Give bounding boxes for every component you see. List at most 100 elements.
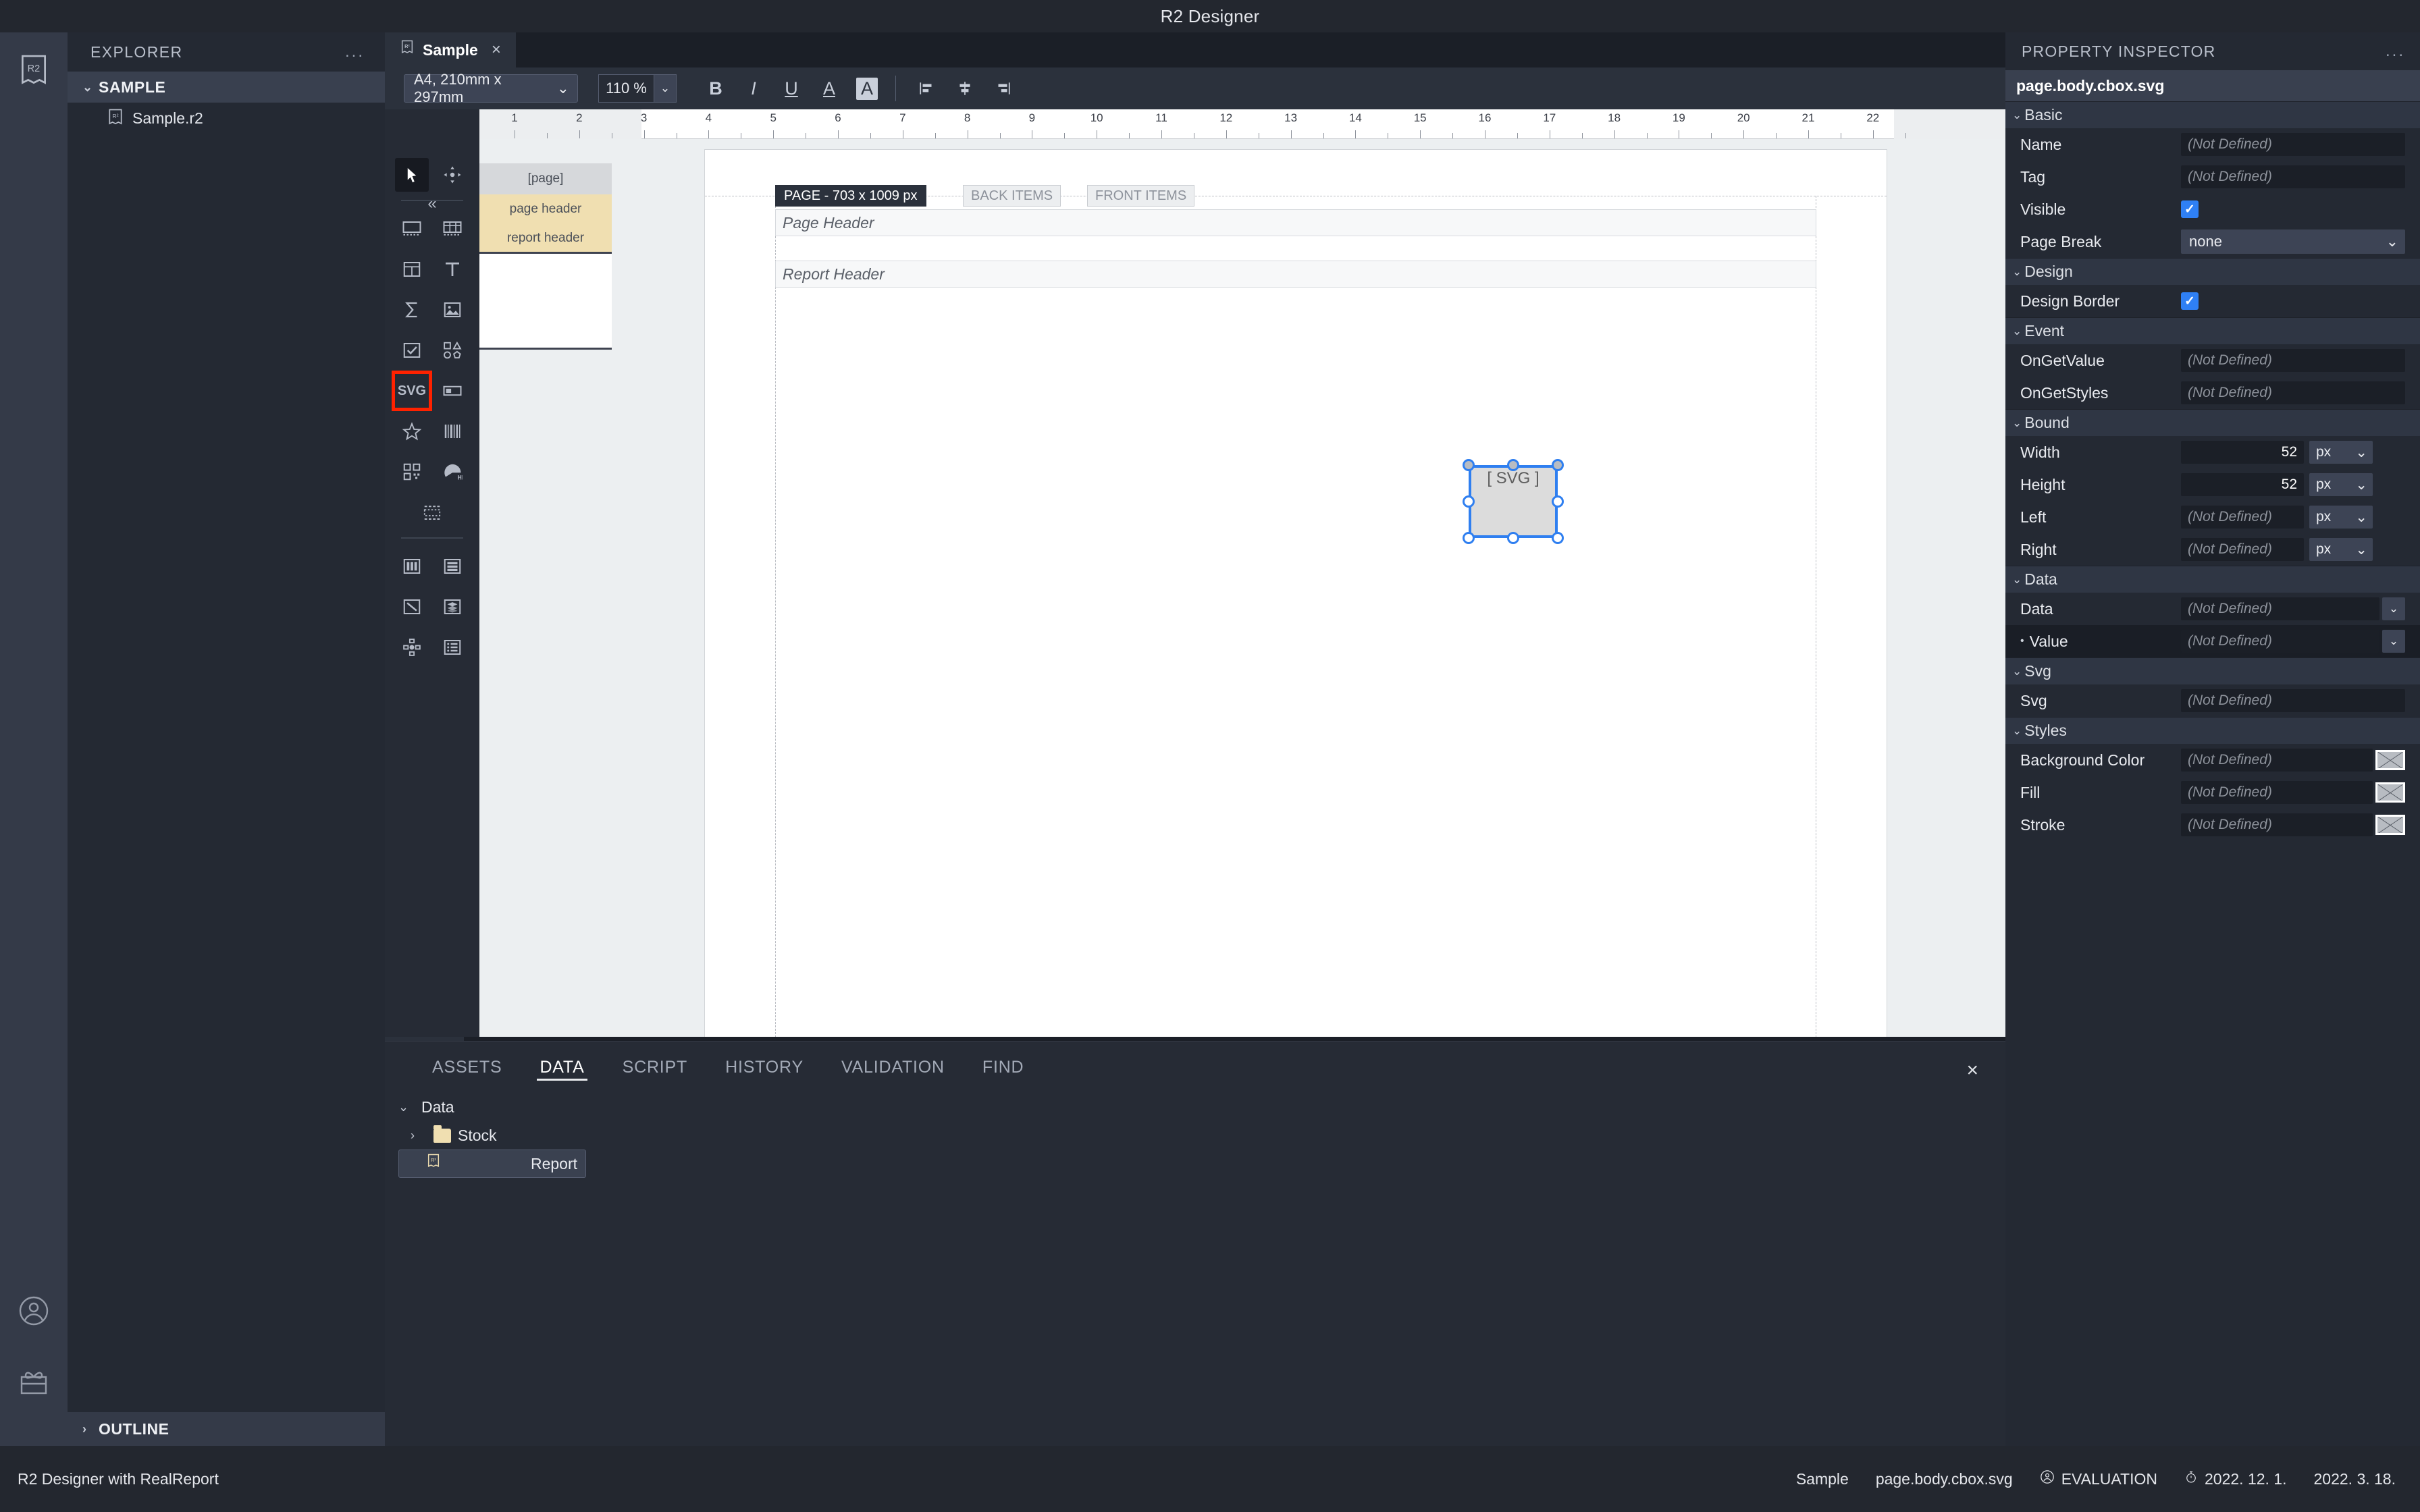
page-size-select[interactable]: A4, 210mm x 297mm ⌄ (404, 71, 578, 105)
inspector-color-swatch-background-color[interactable] (2375, 750, 2405, 770)
image-tool[interactable] (436, 293, 469, 327)
report-header-row[interactable]: Report Header (775, 261, 1816, 288)
palette-collapse-button[interactable]: « (385, 186, 479, 221)
explorer-more-icon[interactable]: ... (345, 43, 365, 61)
inspector-field-svg[interactable]: (Not Defined) (2181, 689, 2405, 712)
detail-list-tool[interactable] (436, 630, 469, 664)
zoom-chevron-down-icon[interactable]: ⌄ (654, 74, 677, 103)
inspector-select-page-break[interactable]: none ⌄ (2181, 230, 2405, 254)
design-canvas[interactable]: 12345678910111213141516171819202122 1234… (479, 109, 2005, 1037)
inspector-more-icon[interactable]: ... (2386, 42, 2405, 61)
svg-element[interactable]: [ SVG ] (1469, 466, 1557, 537)
resize-handle-nw[interactable] (1463, 459, 1475, 471)
account-icon[interactable] (15, 1292, 53, 1330)
resize-handle-e[interactable] (1552, 495, 1564, 508)
inspector-field-name[interactable]: (Not Defined) (2181, 133, 2405, 156)
inspector-group-bound[interactable]: ⌄ Bound (2005, 409, 2420, 436)
inspector-group-design[interactable]: ⌄ Design (2005, 258, 2420, 285)
outline-section[interactable]: › OUTLINE (68, 1412, 385, 1446)
tab-data[interactable]: DATA (521, 1042, 603, 1093)
svg-tool[interactable]: SVG (392, 371, 432, 411)
align-center-icon[interactable] (947, 72, 982, 105)
inspector-field-left[interactable]: (Not Defined) (2181, 506, 2304, 529)
inspector-field-data[interactable]: (Not Defined) (2181, 597, 2379, 620)
inspector-field-width[interactable]: 52 (2181, 441, 2304, 464)
inspector-field-tag[interactable]: (Not Defined) (2181, 165, 2405, 188)
anchor-tool[interactable] (395, 630, 429, 664)
back-items-button[interactable]: BACK ITEMS (963, 185, 1061, 207)
font-color-button[interactable]: A (812, 72, 847, 105)
tab-find[interactable]: FIND (964, 1042, 1043, 1093)
inspector-field-right[interactable]: (Not Defined) (2181, 538, 2304, 561)
inspector-dropdown-data[interactable]: ⌄ (2382, 597, 2405, 620)
inspector-unit-width[interactable]: px ⌄ (2309, 441, 2373, 464)
inspector-group-event[interactable]: ⌄ Event (2005, 317, 2420, 344)
inspector-field-value[interactable]: (Not Defined) (2181, 630, 2379, 653)
inspector-unit-right[interactable]: px ⌄ (2309, 538, 2373, 561)
inspector-group-basic[interactable]: ⌄ Basic (2005, 101, 2420, 128)
line-tool[interactable] (395, 590, 429, 624)
explorer-section-sample[interactable]: ⌄ SAMPLE (68, 72, 385, 103)
inspector-color-swatch-fill[interactable] (2375, 782, 2405, 803)
progress-tool[interactable] (436, 374, 469, 408)
inspector-checkbox-design-border[interactable]: ✓ (2181, 292, 2199, 310)
layers-tool[interactable] (436, 590, 469, 624)
checkbox-tool[interactable] (395, 333, 429, 367)
inspector-dropdown-value[interactable]: ⌄ (2382, 630, 2405, 653)
tree-node-report[interactable]: R² Report (398, 1150, 586, 1178)
inspector-field-fill[interactable]: (Not Defined) (2181, 781, 2373, 804)
inspector-field-height[interactable]: 52 (2181, 473, 2304, 496)
text-tool[interactable] (436, 252, 469, 286)
inspector-unit-height[interactable]: px ⌄ (2309, 473, 2373, 496)
resize-handle-ne[interactable] (1552, 459, 1564, 471)
align-left-icon[interactable] (910, 72, 945, 105)
band-page[interactable]: [page] (479, 163, 612, 194)
columns-tool[interactable] (395, 549, 429, 583)
editor-tab-sample[interactable]: R² Sample × (385, 32, 516, 68)
tab-script[interactable]: SCRIPT (604, 1042, 706, 1093)
tab-validation[interactable]: VALIDATION (822, 1042, 964, 1093)
tree-node-stock[interactable]: › Stock (398, 1121, 586, 1150)
qrcode-tool[interactable] (395, 455, 429, 489)
list-tool[interactable] (436, 549, 469, 583)
tab-history[interactable]: HISTORY (706, 1042, 822, 1093)
tab-assets[interactable]: ASSETS (413, 1042, 521, 1093)
inspector-group-data[interactable]: ⌄ Data (2005, 566, 2420, 593)
barcode-tool[interactable] (436, 414, 469, 448)
shape-tool[interactable] (436, 333, 469, 367)
bold-button[interactable]: B (698, 72, 733, 105)
star-tool[interactable] (395, 414, 429, 448)
front-items-button[interactable]: FRONT ITEMS (1087, 185, 1195, 207)
band-body[interactable] (479, 254, 612, 350)
inspector-field-ongetvalue[interactable]: (Not Defined) (2181, 349, 2405, 372)
resize-handle-n[interactable] (1507, 459, 1519, 471)
grid-tool[interactable] (395, 252, 429, 286)
resize-handle-se[interactable] (1552, 532, 1564, 544)
band-report-header[interactable]: report header (479, 224, 612, 254)
italic-button[interactable]: I (736, 72, 771, 105)
resize-handle-sw[interactable] (1463, 532, 1475, 544)
chart-tool[interactable]: HI (436, 455, 469, 489)
close-icon[interactable]: × (492, 40, 501, 59)
zoom-value[interactable]: 110 % (598, 74, 654, 103)
inspector-field-background-color[interactable]: (Not Defined) (2181, 749, 2373, 772)
inspector-color-swatch-stroke[interactable] (2375, 815, 2405, 835)
resize-handle-w[interactable] (1463, 495, 1475, 508)
band-page-header[interactable]: page header (479, 194, 612, 224)
r2-logo-icon[interactable]: R2 (13, 51, 55, 93)
underline-button[interactable]: U (774, 72, 809, 105)
gift-icon[interactable] (15, 1364, 53, 1401)
close-panel-icon[interactable]: × (1966, 1059, 1978, 1082)
page-header-row[interactable]: Page Header (775, 209, 1816, 236)
resize-handle-s[interactable] (1507, 532, 1519, 544)
tree-node-data[interactable]: ⌄ Data (398, 1093, 586, 1121)
inspector-unit-left[interactable]: px ⌄ (2309, 506, 2373, 529)
inspector-checkbox-visible[interactable]: ✓ (2181, 200, 2199, 218)
sum-tool[interactable] (395, 293, 429, 327)
inspector-group-styles[interactable]: ⌄ Styles (2005, 717, 2420, 744)
page-sheet[interactable]: PAGE - 703 x 1009 px BACK ITEMS FRONT IT… (705, 150, 1887, 1037)
zoom-control[interactable]: 110 % ⌄ (598, 74, 677, 103)
dashed-band-tool[interactable] (415, 495, 449, 529)
align-right-icon[interactable] (985, 72, 1020, 105)
inspector-field-stroke[interactable]: (Not Defined) (2181, 813, 2373, 836)
